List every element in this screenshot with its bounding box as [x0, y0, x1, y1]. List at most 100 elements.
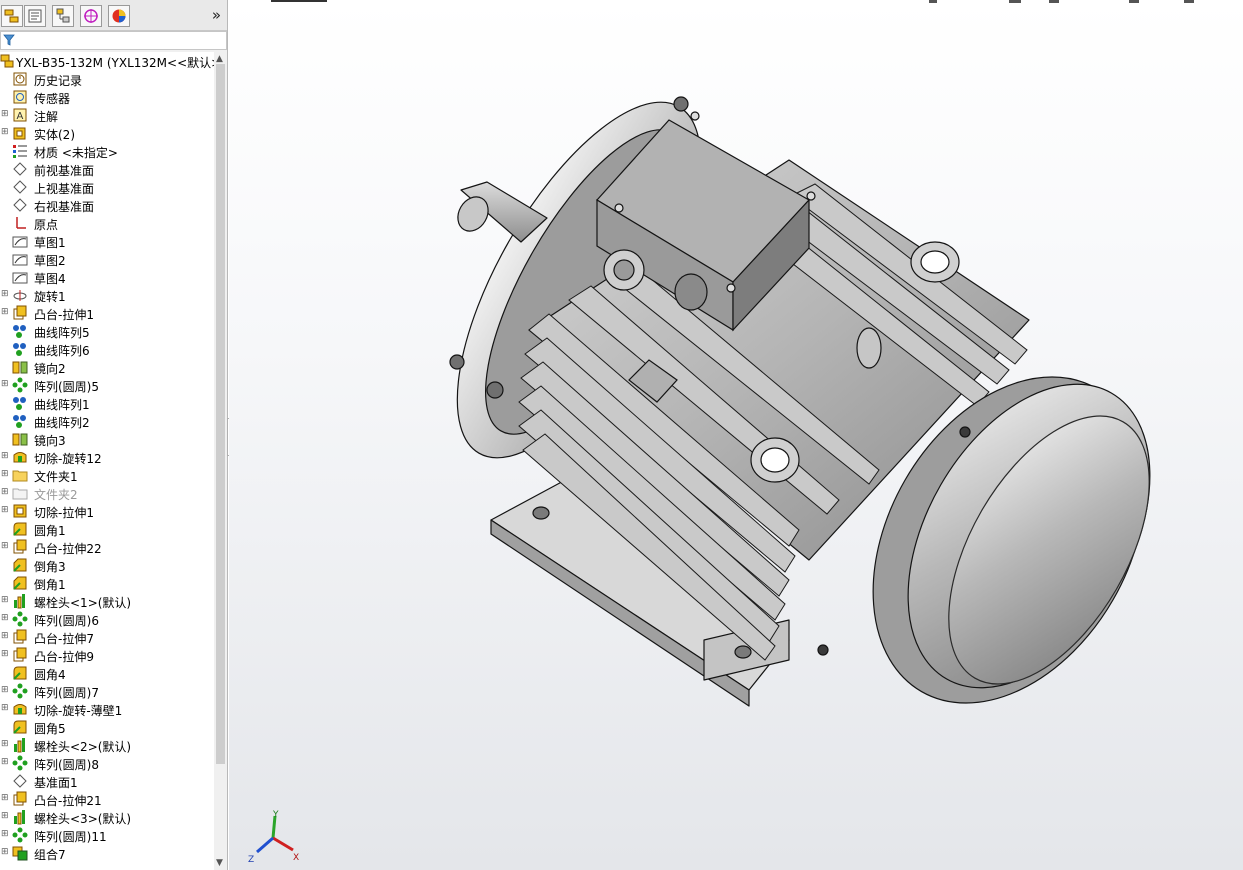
tree-item[interactable]: 圆角4 — [0, 664, 214, 682]
tree-item[interactable]: 草图2 — [0, 250, 214, 268]
expand-toggle-icon[interactable]: ⊞ — [1, 812, 9, 821]
scroll-up-arrow-icon[interactable]: ▲ — [216, 54, 223, 64]
tree-item-label: 右视基准面 — [34, 200, 95, 214]
tree-item[interactable]: ⊞ 文件夹2 — [0, 484, 214, 503]
tree-item[interactable]: 基准面1 — [0, 772, 214, 790]
tree-item[interactable]: 曲线阵列1 — [0, 394, 214, 412]
expand-toggle-icon[interactable]: ⊞ — [1, 308, 9, 317]
expand-toggle-icon[interactable]: ⊞ — [1, 380, 9, 389]
tree-item[interactable]: ⊞ 阵列(圆周)11 — [0, 826, 214, 844]
tree-item-label: 原点 — [34, 218, 59, 232]
expand-toggle-icon[interactable]: ⊞ — [1, 686, 9, 695]
tree-item-label: 阵列(圆周)8 — [34, 758, 99, 772]
tree-item[interactable]: ⊞ 阵列(圆周)6 — [0, 610, 214, 628]
expand-toggle-icon[interactable]: ⊞ — [1, 794, 9, 803]
graphics-area[interactable]: Y X Z — [229, 0, 1243, 870]
tree-item[interactable]: 圆角1 — [0, 520, 214, 538]
solid-bodies-icon — [12, 125, 28, 141]
tree-item[interactable]: 曲线阵列6 — [0, 340, 214, 358]
tree-item[interactable]: ⊞ A 注解 — [0, 106, 214, 124]
expand-toggle-icon[interactable]: ⊞ — [1, 452, 9, 461]
tree-item[interactable]: ⊞ 阵列(圆周)7 — [0, 682, 214, 700]
tree-item[interactable]: ⊞ 阵列(圆周)5 — [0, 376, 214, 394]
folder-icon — [12, 467, 28, 483]
tree-item[interactable]: ⊞ 螺栓头<1>(默认) — [0, 592, 214, 610]
tree-item-label: 草图4 — [34, 272, 66, 286]
tree-item-label: 镜向3 — [34, 434, 66, 448]
tree-item[interactable]: ⊞ 凸台-拉伸22 — [0, 538, 214, 556]
configuration-manager-tab[interactable] — [52, 5, 74, 27]
expand-toggle-icon[interactable]: ⊞ — [1, 614, 9, 623]
expand-toggle-icon[interactable]: ⊞ — [1, 290, 9, 299]
expand-toggle-icon[interactable]: ⊞ — [1, 128, 9, 137]
expand-toggle-icon[interactable]: ⊞ — [1, 650, 9, 659]
expand-toggle-icon[interactable]: ⊞ — [1, 470, 9, 479]
tree-item[interactable]: ⊞ 阵列(圆周)8 — [0, 754, 214, 772]
expand-toggle-icon[interactable]: ⊞ — [1, 848, 9, 857]
tree-item[interactable]: ⊞ 切除-旋转12 — [0, 448, 214, 467]
expand-toggle-icon[interactable]: ⊞ — [1, 596, 9, 605]
tree-item-label: 凸台-拉伸21 — [34, 794, 102, 808]
feature-manager-tab[interactable] — [1, 5, 23, 27]
tree-item[interactable]: 上视基准面 — [0, 178, 214, 196]
tree-root-part[interactable]: YXL-B35-132M (YXL132M<<默认> — [0, 52, 214, 70]
dimxpert-tab[interactable] — [80, 5, 102, 27]
tree-item[interactable]: 草图1 — [0, 232, 214, 250]
boss-extrude-icon — [12, 629, 28, 645]
panel-tab-bar: » — [0, 0, 227, 31]
tree-item[interactable]: ⊞ 凸台-拉伸21 — [0, 790, 214, 808]
tree-item[interactable]: ⊞ 实体(2) — [0, 124, 214, 142]
tree-item[interactable]: ⊞ 切除-拉伸1 — [0, 502, 214, 520]
scroll-down-arrow-icon[interactable]: ▼ — [216, 858, 223, 868]
tree-scrollbar[interactable]: ▲ ▼ — [214, 52, 227, 870]
tree-item[interactable]: 曲线阵列5 — [0, 322, 214, 340]
expand-toggle-icon[interactable]: ⊞ — [1, 758, 9, 767]
tree-item-label: 倒角3 — [34, 560, 66, 574]
tree-item-label: 历史记录 — [34, 74, 83, 88]
tree-item[interactable]: ⊞ 凸台-拉伸1 — [0, 304, 214, 322]
mirror-icon — [12, 359, 28, 375]
tree-item[interactable]: ⊞ 文件夹1 — [0, 466, 214, 485]
property-manager-tab[interactable] — [24, 5, 46, 27]
history-icon — [12, 71, 28, 87]
expand-toggle-icon[interactable]: ⊞ — [1, 830, 9, 839]
expand-toggle-icon[interactable]: ⊞ — [1, 704, 9, 713]
display-manager-tab[interactable] — [108, 5, 130, 27]
tree-item[interactable]: 右视基准面 — [0, 196, 214, 214]
tree-item[interactable]: 前视基准面 — [0, 160, 214, 178]
tree-item[interactable]: ⊞ 切除-旋转-薄壁1 — [0, 700, 214, 719]
tree-item[interactable]: ⊞ 螺栓头<2>(默认) — [0, 736, 214, 754]
tree-item[interactable]: 传感器 — [0, 88, 214, 106]
tree-item[interactable]: 材质 <未指定> — [0, 142, 214, 160]
tree-item[interactable]: 原点 — [0, 214, 214, 232]
tree-filter-input[interactable] — [0, 31, 227, 50]
tree-item[interactable]: 圆角5 — [0, 718, 214, 736]
tree-item[interactable]: ⊞ 螺栓头<3>(默认) — [0, 808, 214, 826]
tree-item[interactable]: ⊞ 旋转1 — [0, 286, 214, 305]
motor-3d-model[interactable] — [229, 0, 1243, 870]
boss-extrude-icon — [12, 539, 28, 555]
expand-toggle-icon[interactable]: ⊞ — [1, 488, 9, 497]
expand-toggle-icon[interactable]: ⊞ — [1, 506, 9, 515]
expand-toggle-icon[interactable]: ⊞ — [1, 110, 9, 119]
tree-item[interactable]: 镜向2 — [0, 358, 214, 376]
expand-toggle-icon[interactable]: ⊞ — [1, 542, 9, 551]
expand-toggle-icon[interactable]: ⊞ — [1, 632, 9, 641]
tree-item[interactable]: ⊞ 凸台-拉伸7 — [0, 628, 214, 646]
tree-item[interactable]: ⊞ 组合7 — [0, 844, 214, 862]
tree-item[interactable]: 历史记录 — [0, 70, 214, 88]
tree-item[interactable]: 倒角3 — [0, 556, 214, 574]
library-feature-icon — [12, 809, 28, 825]
tree-item[interactable]: 曲线阵列2 — [0, 412, 214, 430]
tree-item[interactable]: 镜向3 — [0, 430, 214, 448]
chamfer-icon — [12, 557, 28, 573]
expand-toggle-icon[interactable]: ⊞ — [1, 740, 9, 749]
panel-more-button[interactable]: » — [212, 6, 221, 24]
tree-item[interactable]: 草图4 — [0, 268, 214, 286]
circular-pattern-icon — [12, 827, 28, 843]
tree-item[interactable]: 倒角1 — [0, 574, 214, 592]
scrollbar-thumb[interactable] — [216, 64, 225, 764]
tree-item-label: 圆角1 — [34, 524, 66, 538]
boss-extrude-icon — [12, 791, 28, 807]
tree-item[interactable]: ⊞ 凸台-拉伸9 — [0, 646, 214, 664]
